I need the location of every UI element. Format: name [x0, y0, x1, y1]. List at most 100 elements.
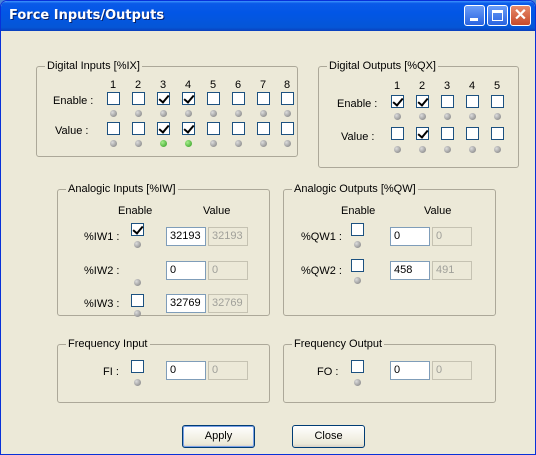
- iw1-label: %IW1 :: [84, 231, 120, 243]
- iw1-led: [134, 241, 141, 248]
- qw1-led: [354, 241, 361, 248]
- digital-output-value-checkbox[interactable]: [491, 127, 504, 140]
- fi-led: [134, 379, 141, 386]
- digital-input-enable-checkbox[interactable]: [281, 92, 294, 105]
- digital-output-enable-led: [469, 113, 476, 120]
- frequency-input-title: Frequency Input: [66, 338, 150, 350]
- digital-input-value-led: [160, 140, 167, 147]
- digital-input-enable-checkbox[interactable]: [207, 92, 220, 105]
- digital-input-column-number: 2: [135, 79, 142, 91]
- analogic-outputs-group: Analogic Outputs [%QW] Enable Value %QW1…: [283, 183, 496, 316]
- fi-enable-checkbox[interactable]: [131, 360, 144, 373]
- digital-output-value-checkbox[interactable]: [466, 127, 479, 140]
- digital-input-value-checkbox[interactable]: [107, 122, 120, 135]
- qw2-led: [354, 277, 361, 284]
- fo-enable-checkbox[interactable]: [351, 360, 364, 373]
- digital-input-value-checkbox[interactable]: [281, 122, 294, 135]
- digital-input-enable-checkbox[interactable]: [182, 92, 195, 105]
- close-button[interactable]: Close: [292, 425, 365, 448]
- digital-output-value-led: [419, 146, 426, 153]
- digital-output-enable-checkbox[interactable]: [491, 95, 504, 108]
- window-title: Force Inputs/Outputs: [9, 8, 165, 23]
- qw2-value-input[interactable]: 458: [390, 261, 430, 280]
- maximize-icon: [492, 10, 503, 21]
- digital-input-value-led: [110, 140, 117, 147]
- iw2-label: %IW2 :: [84, 265, 120, 277]
- digital-input-value-checkbox[interactable]: [157, 122, 170, 135]
- digital-outputs-value-label: Value :: [341, 131, 375, 143]
- digital-output-enable-led: [494, 113, 501, 120]
- iw2-led: [134, 279, 141, 286]
- digital-output-column-number: 1: [394, 80, 401, 92]
- iw2-value-input[interactable]: 0: [166, 261, 206, 280]
- close-icon: ✕: [513, 7, 528, 24]
- digital-output-enable-led: [444, 113, 451, 120]
- digital-input-value-led: [260, 140, 267, 147]
- fo-value-input[interactable]: 0: [390, 361, 430, 380]
- title-bar[interactable]: Force Inputs/Outputs ✕: [1, 1, 535, 31]
- qw1-value-input[interactable]: 0: [390, 227, 430, 246]
- frequency-output-group: Frequency Output FO : 0 0: [283, 338, 496, 403]
- digital-output-value-led: [394, 146, 401, 153]
- digital-outputs-enable-label: Enable :: [337, 98, 378, 110]
- qw1-enable-checkbox[interactable]: [351, 223, 364, 236]
- digital-input-column-number: 8: [284, 79, 291, 91]
- iw2-actual-value: 0: [208, 261, 248, 280]
- digital-input-enable-checkbox[interactable]: [157, 92, 170, 105]
- digital-outputs-group: Digital Outputs [%QX] Enable : Value : 1…: [318, 60, 519, 168]
- digital-input-enable-checkbox[interactable]: [232, 92, 245, 105]
- digital-input-value-checkbox[interactable]: [207, 122, 220, 135]
- digital-input-enable-checkbox[interactable]: [257, 92, 270, 105]
- digital-input-enable-checkbox[interactable]: [107, 92, 120, 105]
- fi-label: FI :: [103, 366, 119, 378]
- digital-output-value-checkbox[interactable]: [441, 127, 454, 140]
- fi-value-input[interactable]: 0: [166, 361, 206, 380]
- digital-input-enable-led: [235, 110, 242, 117]
- digital-inputs-group: Digital Inputs [%IX] Enable : Value : 1 2…: [36, 60, 298, 157]
- iw3-enable-checkbox[interactable]: [131, 294, 144, 307]
- analogic-inputs-enable-header: Enable: [118, 205, 153, 217]
- digital-input-value-checkbox[interactable]: [232, 122, 245, 135]
- digital-input-value-led: [185, 140, 192, 147]
- digital-outputs-title: Digital Outputs [%QX]: [327, 60, 438, 72]
- frequency-input-group: Frequency Input FI : 0 0: [57, 338, 270, 403]
- digital-output-column-number: 5: [494, 80, 501, 92]
- qw1-label: %QW1 :: [301, 231, 342, 243]
- digital-output-enable-checkbox[interactable]: [441, 95, 454, 108]
- digital-output-enable-checkbox[interactable]: [416, 95, 429, 108]
- apply-button[interactable]: Apply: [182, 425, 255, 448]
- digital-input-enable-checkbox[interactable]: [132, 92, 145, 105]
- digital-output-value-checkbox[interactable]: [391, 127, 404, 140]
- digital-output-value-led: [494, 146, 501, 153]
- digital-input-value-checkbox[interactable]: [132, 122, 145, 135]
- analogic-outputs-value-header: Value: [424, 205, 452, 217]
- digital-inputs-value-label: Value :: [55, 125, 89, 137]
- digital-input-value-led: [135, 140, 142, 147]
- digital-input-value-led: [284, 140, 291, 147]
- frequency-output-title: Frequency Output: [292, 338, 385, 350]
- digital-input-enable-led: [160, 110, 167, 117]
- close-window-button[interactable]: ✕: [510, 5, 531, 26]
- digital-output-enable-checkbox[interactable]: [466, 95, 479, 108]
- analogic-inputs-title: Analogic Inputs [%IW]: [66, 183, 178, 195]
- fi-actual-value: 0: [208, 361, 248, 380]
- minimize-button[interactable]: [464, 5, 485, 26]
- fo-led: [354, 379, 361, 386]
- iw1-value-input[interactable]: 32193: [166, 227, 206, 246]
- maximize-button[interactable]: [487, 5, 508, 26]
- iw3-value-input[interactable]: 32769: [166, 294, 206, 313]
- digital-input-value-checkbox[interactable]: [182, 122, 195, 135]
- digital-input-column-number: 6: [235, 79, 242, 91]
- digital-output-enable-checkbox[interactable]: [391, 95, 404, 108]
- digital-input-column-number: 5: [210, 79, 217, 91]
- digital-input-column-number: 1: [110, 79, 117, 91]
- digital-output-value-led: [444, 146, 451, 153]
- minimize-icon: [470, 18, 478, 21]
- digital-inputs-title: Digital Inputs [%IX]: [45, 60, 142, 72]
- qw2-enable-checkbox[interactable]: [351, 259, 364, 272]
- digital-output-value-checkbox[interactable]: [416, 127, 429, 140]
- digital-input-column-number: 3: [160, 79, 167, 91]
- digital-input-value-checkbox[interactable]: [257, 122, 270, 135]
- qw1-actual-value: 0: [432, 227, 472, 246]
- iw1-enable-checkbox[interactable]: [131, 223, 144, 236]
